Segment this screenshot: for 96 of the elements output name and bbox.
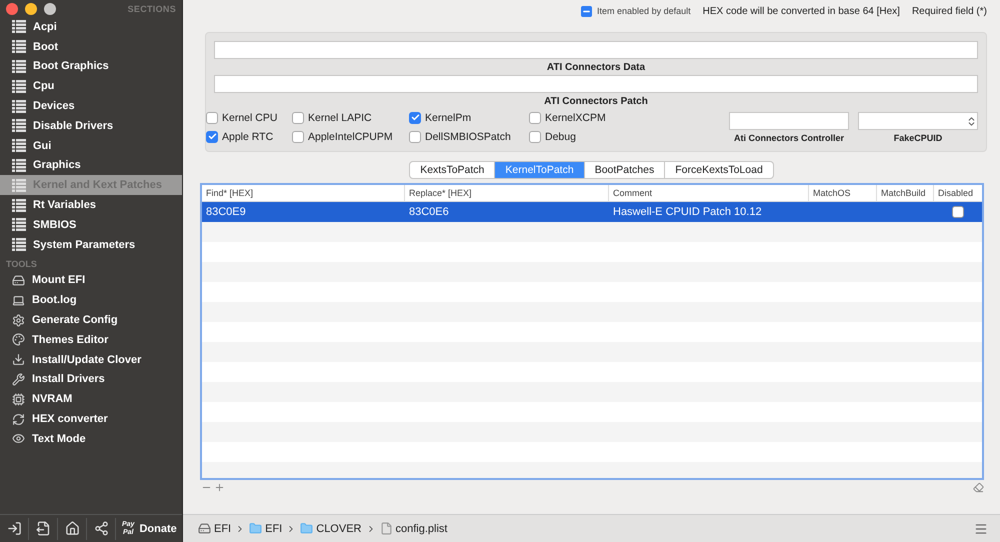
section-heading: TOOLS: [5, 258, 38, 271]
checkbox[interactable]: KernelPm: [409, 109, 529, 126]
sidebar-item[interactable]: SMBIOS: [0, 214, 182, 235]
sidebar-item[interactable]: NVRAM: [0, 389, 182, 410]
sidebar-item[interactable]: Gui: [0, 136, 182, 156]
sidebar-item[interactable]: Boot: [0, 36, 182, 57]
table-cell-text: 83C0E6: [408, 206, 450, 218]
gear-icon: [12, 314, 25, 327]
tab[interactable]: ForceKextsToLoad: [665, 161, 774, 179]
sidebar-item[interactable]: Boot.log: [0, 290, 182, 310]
field-label: ATI Connectors Patch: [543, 96, 649, 107]
plus-icon: [214, 482, 225, 492]
chip-icon: [12, 392, 25, 406]
zoom-button[interactable]: [44, 2, 56, 14]
sidebar-item[interactable]: Acpi: [0, 17, 182, 37]
sidebar-item[interactable]: Graphics: [0, 156, 182, 176]
sidebar-item[interactable]: Install/Update Clover: [0, 350, 182, 370]
list-icon: [12, 198, 26, 212]
list-icon: [12, 80, 26, 93]
column-header[interactable]: Find* [HEX]: [202, 185, 405, 201]
tab[interactable]: KextsToPatch: [409, 161, 496, 179]
wrench-icon: [12, 372, 25, 386]
stepper-icon: [966, 116, 977, 126]
checkbox[interactable]: DellSMBIOSPatch: [409, 128, 529, 145]
column-header[interactable]: MatchOS: [809, 185, 877, 201]
column-header[interactable]: Disabled: [934, 185, 982, 201]
path-item[interactable]: EFI: [198, 522, 232, 535]
list-icon: [12, 238, 26, 252]
checkbox[interactable]: KernelXCPM: [529, 109, 619, 126]
download-icon: [12, 353, 25, 366]
column-header[interactable]: Replace* [HEX]: [405, 185, 609, 201]
drive-icon: [12, 274, 25, 287]
list-icon: [12, 218, 26, 232]
path-item[interactable]: config.plist: [380, 522, 448, 535]
refresh-icon: [12, 412, 25, 426]
add-button[interactable]: [213, 482, 226, 492]
sidebar-item[interactable]: Rt Variables: [0, 195, 182, 215]
checkbox[interactable]: Apple RTC: [206, 128, 292, 145]
sidebar-item[interactable]: Mount EFI: [0, 270, 182, 290]
sidebar-item[interactable]: Devices: [0, 96, 182, 116]
check-icon: [410, 113, 420, 122]
checkbox[interactable]: AppleIntelCPUPM: [292, 128, 409, 145]
field-label: Ati Connectors Controller: [734, 133, 844, 143]
table-row[interactable]: 83C0E9 83C0E6 Haswell-E CPUID Patch 10.12: [202, 202, 982, 222]
list-icon: [12, 119, 26, 132]
list-icon: [12, 20, 26, 34]
sidebar-item[interactable]: Disable Drivers: [0, 116, 182, 136]
field-label: ATI Connectors Data: [546, 62, 646, 73]
list-icon: [12, 139, 26, 152]
mixed-checkbox-icon: [581, 6, 592, 16]
laptop-icon: [12, 294, 25, 307]
sidebar-item[interactable]: Install Drivers: [0, 370, 182, 390]
folder-icon: [300, 522, 314, 535]
sidebar-item[interactable]: Text Mode: [0, 428, 182, 449]
checkbox[interactable]: Kernel CPU: [206, 109, 292, 126]
column-header[interactable]: MatchBuild: [877, 185, 934, 201]
list-icon: [12, 178, 26, 192]
sidebar-item[interactable]: Boot Graphics: [0, 56, 182, 76]
sidebar-item[interactable]: Cpu: [0, 76, 182, 96]
path-item[interactable]: CLOVER: [300, 522, 362, 535]
section-heading: SECTIONS: [128, 4, 176, 14]
field-label: FakeCPUID: [894, 133, 942, 143]
legend-text: HEX code will be converted in base 64 [Hex]: [702, 6, 900, 16]
tab[interactable]: BootPatches: [584, 161, 666, 179]
list-icon: [12, 60, 26, 73]
login-icon: [6, 521, 22, 536]
home-icon: [64, 521, 80, 536]
list-icon: [12, 158, 26, 172]
check-icon: [208, 132, 216, 141]
file-icon: [380, 522, 392, 535]
menu-icon[interactable]: [974, 522, 988, 536]
close-button[interactable]: [6, 2, 18, 14]
sidebar-item[interactable]: Themes Editor: [0, 330, 182, 350]
share-icon: [94, 521, 108, 536]
list-icon: [12, 40, 26, 54]
export-icon: [36, 521, 50, 536]
eye-icon: [12, 432, 25, 446]
checkbox[interactable]: Debug: [529, 128, 619, 145]
legend-text: Item enabled by default: [597, 6, 691, 16]
palette-icon: [12, 333, 25, 346]
stepper-field[interactable]: [858, 112, 978, 130]
table-cell-text: 83C0E9: [205, 206, 247, 218]
checkbox[interactable]: Kernel LAPIC: [292, 109, 409, 126]
column-header[interactable]: Comment: [609, 185, 809, 201]
folder-icon: [249, 522, 262, 535]
drive-icon: [198, 522, 211, 535]
checkbox[interactable]: [952, 206, 964, 218]
legend-text: Required field (*): [912, 6, 987, 16]
table-cell-text: Haswell-E CPUID Patch 10.12: [612, 206, 763, 218]
list-icon: [12, 100, 26, 113]
path-item[interactable]: EFI: [249, 522, 282, 535]
sidebar-item[interactable]: Generate Config: [0, 310, 182, 330]
sidebar-item[interactable]: System Parameters: [0, 234, 182, 255]
minimize-button[interactable]: [25, 2, 37, 14]
eraser-icon[interactable]: [973, 482, 984, 492]
sidebar-item[interactable]: HEX converter: [0, 409, 182, 429]
